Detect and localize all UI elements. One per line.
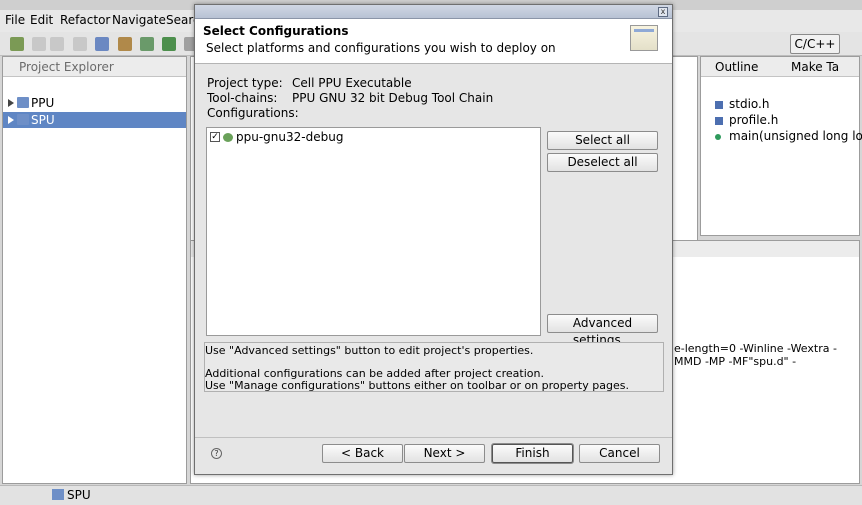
dialog-title: Select Configurations — [203, 24, 349, 38]
next-button[interactable]: Next > — [404, 444, 485, 463]
print-icon[interactable] — [50, 37, 64, 51]
configuration-icon — [223, 133, 233, 142]
debug-icon[interactable] — [162, 37, 176, 51]
tab-outline[interactable]: Outline — [715, 60, 758, 74]
finish-button[interactable]: Finish — [491, 443, 574, 464]
tree-item-label: SPU — [31, 113, 55, 127]
configuration-label[interactable]: ppu-gnu32-debug — [236, 130, 343, 144]
dialog-separator — [195, 437, 672, 438]
configurations-label: Configurations: — [207, 106, 299, 120]
outline-item-function[interactable]: main(unsigned long long) — [715, 129, 862, 143]
tab-make-targets[interactable]: Make Ta — [791, 60, 839, 74]
select-all-button[interactable]: Select all — [547, 131, 658, 150]
outline-item-label: profile.h — [729, 113, 779, 127]
help-icon[interactable]: ? — [211, 448, 222, 459]
outline-item-label: stdio.h — [729, 97, 770, 111]
tree-item-ppu[interactable]: PPU — [3, 95, 186, 111]
wizard-banner-icon — [630, 25, 658, 51]
deselect-all-button[interactable]: Deselect all — [547, 153, 658, 172]
project-folder-icon — [52, 489, 64, 500]
project-explorer-header: Project Explorer — [3, 57, 186, 77]
console-line: e-length=0 -Winline -Wextra - — [674, 342, 837, 355]
build-icon[interactable] — [95, 37, 109, 51]
message-area: Use "Advanced settings" button to edit p… — [204, 342, 664, 392]
outline-item-include[interactable]: stdio.h — [715, 97, 769, 111]
configuration-checkbox[interactable]: ✓ — [210, 132, 220, 142]
configurations-list[interactable]: ✓ ppu-gnu32-debug — [206, 127, 541, 336]
menu-file[interactable]: File — [5, 13, 25, 27]
project-explorer-panel: Project Explorer PPU SPU — [2, 56, 187, 484]
outline-header: Outline Make Ta — [701, 57, 859, 77]
message-line: Use "Manage configurations" buttons eith… — [205, 379, 629, 392]
tree-item-label: PPU — [31, 96, 55, 110]
project-explorer-title[interactable]: Project Explorer — [19, 60, 114, 74]
project-folder-icon — [17, 114, 29, 125]
status-selection: SPU — [67, 488, 91, 502]
perspective-cpp-button[interactable]: C/C++ — [790, 34, 840, 54]
function-icon — [715, 133, 721, 140]
message-line: Use "Advanced settings" button to edit p… — [205, 344, 534, 357]
menu-refactor[interactable]: Refactor — [60, 13, 110, 27]
project-type-value: Cell PPU Executable — [292, 76, 412, 90]
folder-icon[interactable] — [118, 37, 132, 51]
advanced-settings-button[interactable]: Advanced settings... — [547, 314, 658, 347]
toolbar-icon[interactable] — [73, 37, 87, 51]
project-folder-icon — [17, 97, 29, 108]
back-button[interactable]: < Back — [322, 444, 403, 463]
outline-item-label: main(unsigned long long) — [729, 129, 862, 143]
close-icon[interactable]: x — [658, 7, 668, 17]
expand-icon[interactable] — [8, 116, 14, 124]
include-icon — [715, 100, 723, 109]
console-line: MMD -MP -MF"spu.d" - — [674, 355, 797, 368]
select-configurations-dialog: x Select Configurations Select platforms… — [194, 4, 673, 475]
tree-item-spu[interactable]: SPU — [3, 112, 186, 128]
save-icon[interactable] — [32, 37, 46, 51]
cancel-button[interactable]: Cancel — [579, 444, 660, 463]
run-icon[interactable] — [140, 37, 154, 51]
new-icon[interactable] — [10, 37, 24, 51]
toolchains-value: PPU GNU 32 bit Debug Tool Chain — [292, 91, 494, 105]
dialog-title-bar: x — [195, 5, 672, 19]
project-type-label: Project type: — [207, 76, 283, 90]
expand-icon[interactable] — [8, 99, 14, 107]
dialog-header: Select Configurations Select platforms a… — [195, 19, 672, 64]
menu-navigate[interactable]: Navigate — [112, 13, 166, 27]
dialog-subtitle: Select platforms and configurations you … — [206, 41, 556, 55]
status-bar: SPU — [0, 485, 862, 505]
menu-edit[interactable]: Edit — [30, 13, 53, 27]
outline-panel: Outline Make Ta stdio.h profile.h main(u… — [700, 56, 862, 236]
outline-item-include[interactable]: profile.h — [715, 113, 778, 127]
include-icon — [715, 116, 723, 125]
toolchains-label: Tool-chains: — [207, 91, 278, 105]
